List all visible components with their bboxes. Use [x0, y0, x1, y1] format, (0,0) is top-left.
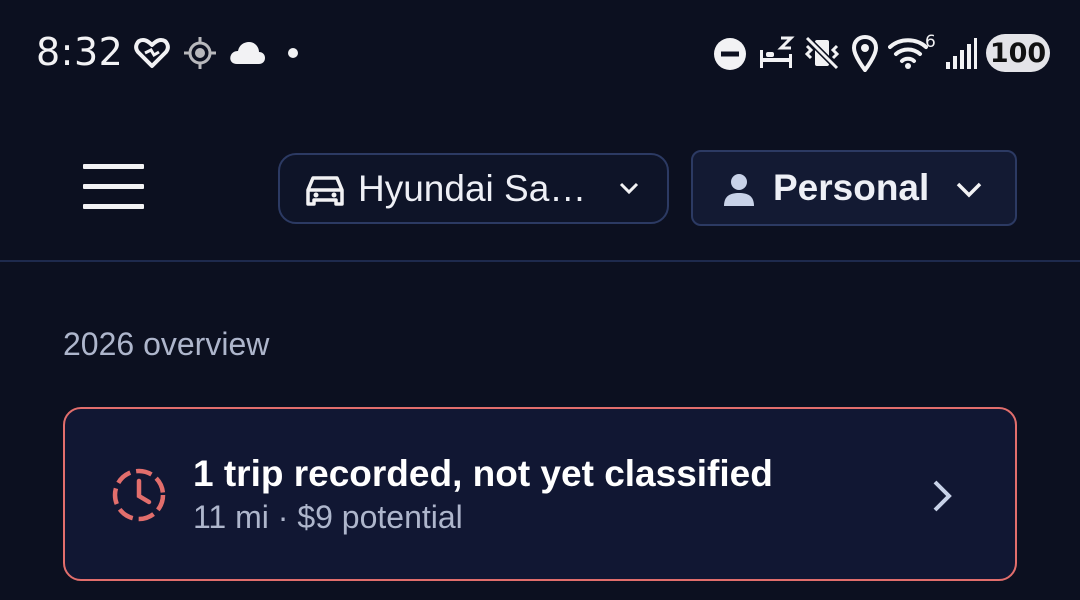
- menu-icon-line: [83, 204, 144, 209]
- menu-icon-line: [83, 184, 144, 189]
- do-not-disturb-icon: [714, 38, 746, 70]
- profile-selector-label: Personal: [773, 167, 930, 208]
- wifi-icon: [888, 38, 928, 69]
- overview-title: 2026 overview: [63, 326, 270, 362]
- screen: 8:32 6 100 Hyundai Sa… Personal 2026 ove…: [0, 0, 1080, 600]
- clock-pending-icon: [112, 468, 166, 522]
- car-icon: [306, 176, 344, 206]
- app-bar: Hyundai Sa… Personal: [0, 104, 1080, 261]
- trip-card-subtitle: 11 mi · $9 potential: [193, 499, 463, 535]
- bed-icon: [760, 36, 795, 68]
- signal-icon: [946, 38, 977, 69]
- vehicle-selector[interactable]: Hyundai Sa…: [278, 153, 669, 224]
- profile-selector[interactable]: Personal: [691, 150, 1017, 226]
- vibrate-off-icon: [804, 35, 840, 71]
- location-pin-icon: [851, 34, 879, 72]
- chevron-down-icon: [619, 182, 639, 195]
- trip-card-title: 1 trip recorded, not yet classified: [193, 453, 773, 494]
- menu-button[interactable]: [78, 164, 150, 212]
- person-icon: [724, 174, 754, 206]
- chevron-down-icon: [956, 182, 982, 198]
- battery-level: 100: [989, 37, 1047, 69]
- unclassified-trips-card[interactable]: 1 trip recorded, not yet classified 11 m…: [63, 407, 1017, 581]
- location-target-icon: [184, 37, 216, 69]
- status-bar: 8:32 6 100: [0, 0, 1080, 104]
- menu-icon-line: [83, 164, 144, 169]
- chevron-right-icon: [933, 480, 952, 512]
- app-bar-divider: [0, 260, 1080, 262]
- wifi-badge: 6: [925, 32, 936, 52]
- dot-icon: [288, 48, 298, 58]
- status-time: 8:32: [36, 30, 124, 74]
- battery-indicator: 100: [986, 34, 1050, 72]
- cloud-icon: [230, 42, 265, 64]
- heart-icon: [134, 38, 170, 68]
- vehicle-selector-label: Hyundai Sa…: [358, 168, 587, 209]
